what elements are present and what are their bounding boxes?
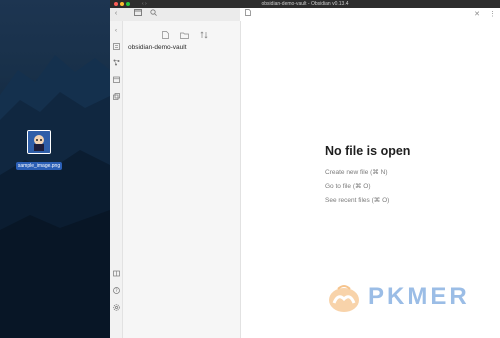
collapse-sidebar-icon[interactable]: ‹ xyxy=(111,9,121,19)
watermark-text: PKMER xyxy=(368,283,470,310)
left-ribbon: ‹ ? xyxy=(110,21,123,338)
settings-icon[interactable] xyxy=(111,304,121,314)
title-bar: ‹ › obsidian-demo-vault - Obsidian v0.13… xyxy=(110,0,500,8)
file-explorer-toolbar xyxy=(159,26,213,39)
chevron-left-icon[interactable]: ‹ xyxy=(111,26,121,36)
empty-state: No file is open Create new file (⌘ N) Go… xyxy=(325,144,410,210)
new-folder-icon[interactable] xyxy=(178,32,190,42)
new-note-icon[interactable] xyxy=(159,31,171,41)
copy-icon[interactable] xyxy=(111,93,121,103)
editor-tab[interactable]: ✕ ⋮ xyxy=(240,8,500,21)
image-thumbnail-icon xyxy=(27,130,51,154)
watermark: PKMER xyxy=(322,281,482,315)
vault-name[interactable]: obsidian-demo-vault xyxy=(128,44,187,51)
files-tab-icon[interactable] xyxy=(133,9,143,19)
search-tab-icon[interactable] xyxy=(148,9,158,19)
document-icon xyxy=(243,9,253,19)
sort-icon[interactable] xyxy=(198,31,210,41)
close-pane-icon[interactable]: ✕ xyxy=(474,9,480,20)
empty-state-title: No file is open xyxy=(325,144,411,158)
desktop-file-label: sample_image.png xyxy=(15,162,63,170)
open-quick-switcher-icon[interactable] xyxy=(111,43,121,53)
tab-bar: ‹ ✕ ⋮ xyxy=(110,8,500,22)
go-to-file-link[interactable]: Go to file (⌘ O) xyxy=(325,182,410,190)
vault-icon[interactable] xyxy=(111,270,121,280)
more-options-icon[interactable]: ⋮ xyxy=(489,9,496,20)
pkmer-logo-icon xyxy=(329,285,359,312)
window-title: obsidian-demo-vault - Obsidian v0.13.4 xyxy=(261,1,349,7)
desktop-file[interactable]: sample_image.png xyxy=(15,130,63,172)
help-icon[interactable]: ? xyxy=(111,287,121,297)
graph-view-icon[interactable] xyxy=(111,59,121,69)
desktop-wallpaper: sample_image.png xyxy=(0,0,110,338)
file-explorer: obsidian-demo-vault xyxy=(123,21,241,338)
calendar-icon[interactable] xyxy=(111,76,121,86)
create-new-file-link[interactable]: Create new file (⌘ N) xyxy=(325,168,410,176)
recent-files-link[interactable]: See recent files (⌘ O) xyxy=(325,196,410,204)
